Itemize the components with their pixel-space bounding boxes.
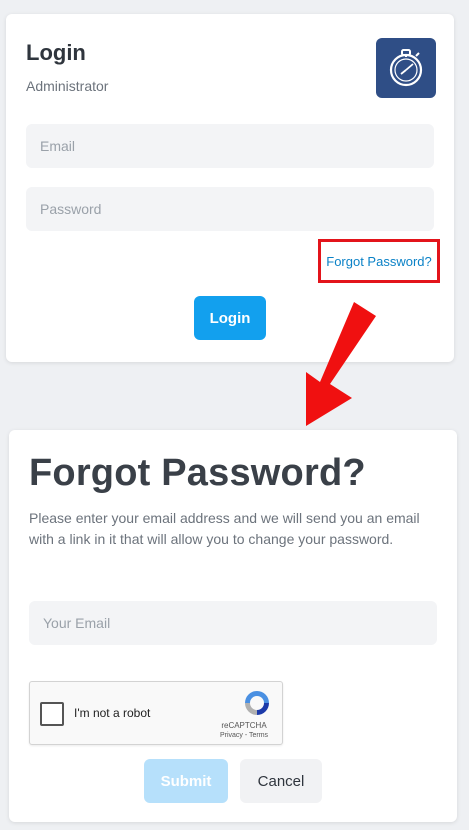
password-input[interactable]: Password xyxy=(26,187,434,231)
forgot-password-description: Please enter your email address and we w… xyxy=(29,510,420,547)
recaptcha-widget: I'm not a robot reCAPTCHA Privacy - Term… xyxy=(29,681,283,745)
cancel-button[interactable]: Cancel xyxy=(240,759,322,803)
your-email-placeholder: Your Email xyxy=(43,615,111,631)
forgot-password-highlight: Forgot Password? xyxy=(318,239,440,283)
recaptcha-checkbox[interactable] xyxy=(40,702,64,726)
email-placeholder: Email xyxy=(40,138,76,154)
forgot-password-card: Forgot Password? Please enter your email… xyxy=(9,430,457,822)
app-logo xyxy=(376,38,436,98)
login-title: Login xyxy=(26,40,86,65)
recaptcha-icon xyxy=(245,691,269,715)
recaptcha-brand: reCAPTCHA xyxy=(221,721,267,730)
forgot-password-title: Forgot Password? xyxy=(29,452,366,494)
recaptcha-label: I'm not a robot xyxy=(74,706,151,720)
login-button[interactable]: Login xyxy=(194,296,266,340)
forgot-password-link[interactable]: Forgot Password? xyxy=(326,254,432,269)
red-arrow-annotation xyxy=(306,302,376,426)
login-subtitle: Administrator xyxy=(26,78,109,94)
login-card: Login Administrator Email Password Forgo… xyxy=(6,14,454,362)
submit-button[interactable]: Submit xyxy=(144,759,228,803)
email-input[interactable]: Email xyxy=(26,124,434,168)
recaptcha-privacy-terms[interactable]: Privacy - Terms xyxy=(216,732,272,739)
your-email-input[interactable]: Your Email xyxy=(29,601,437,645)
stopwatch-icon xyxy=(389,49,423,87)
password-placeholder: Password xyxy=(40,201,102,217)
